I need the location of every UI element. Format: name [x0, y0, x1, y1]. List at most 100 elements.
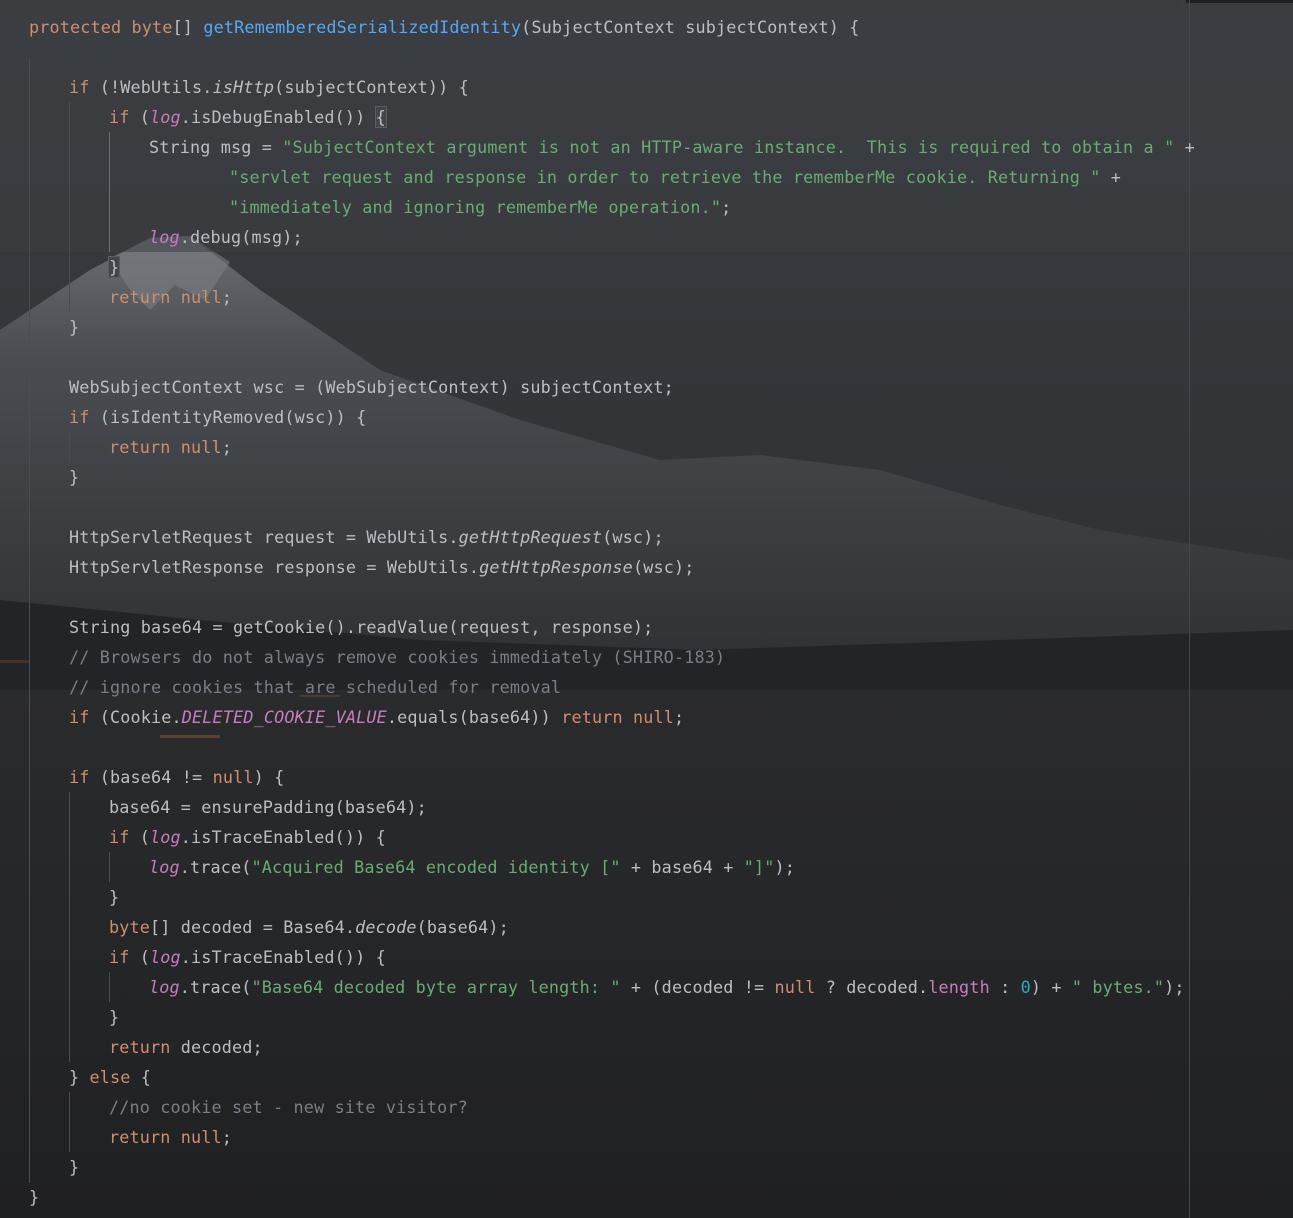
code-token-plain: } [69, 317, 80, 337]
code-token-static: decode [355, 917, 417, 937]
code-token-plain: ( [139, 107, 151, 127]
code-token-kw: if [69, 707, 100, 727]
code-token-plain: { [140, 1067, 152, 1087]
code-line[interactable]: HttpServletResponse response = WebUtils.… [69, 552, 694, 582]
code-token-static: isHttp [212, 77, 275, 97]
code-token-plain: (wsc); [632, 557, 695, 577]
code-line[interactable]: } [69, 462, 79, 492]
code-token-kw: byte [109, 917, 151, 937]
code-line[interactable]: base64 = ensurePadding(base64); [109, 792, 427, 822]
code-token-kw: if [69, 767, 100, 787]
code-token-str: " bytes." [1071, 977, 1165, 997]
code-token-plain: ) { [253, 767, 285, 787]
code-line[interactable]: if (log.isTraceEnabled()) { [109, 942, 386, 972]
code-line[interactable]: "servlet request and response in order t… [229, 162, 1121, 192]
code-token-str: "immediately and ignoring rememberMe ope… [229, 197, 722, 217]
code-token-plain: : [989, 977, 1021, 997]
code-line[interactable]: protected byte[] getRememberedSerialized… [29, 12, 860, 42]
code-token-cmt: //no cookie set - new site visitor? [109, 1097, 468, 1117]
code-line[interactable]: // ignore cookies that are scheduled for… [69, 672, 561, 702]
code-line[interactable]: // Browsers do not always remove cookies… [69, 642, 725, 672]
code-line[interactable]: if (Cookie.DELETED_COOKIE_VALUE.equals(b… [69, 702, 684, 732]
code-editor[interactable]: protected byte[] getRememberedSerialized… [0, 0, 1293, 1218]
code-line[interactable]: byte[] decoded = Base64.decode(base64); [109, 912, 509, 942]
code-token-const: DELETED_COOKIE_VALUE [181, 707, 387, 727]
code-token-plain: [] [172, 17, 204, 37]
code-token-fn: getRememberedSerializedIdentity [203, 17, 522, 37]
code-token-field: log [150, 947, 181, 967]
code-token-brace: { [374, 106, 387, 128]
code-token-kw: return [109, 1037, 181, 1057]
code-token-plain: (subjectContext)) { [274, 77, 469, 97]
code-token-plain: HttpServletResponse response = WebUtils. [69, 557, 480, 577]
code-token-plain: .isDebugEnabled()) [180, 107, 376, 127]
code-line[interactable]: WebSubjectContext wsc = (WebSubjectConte… [69, 372, 674, 402]
code-token-str: "servlet request and response in order t… [229, 167, 1101, 187]
code-line[interactable]: } [109, 1002, 119, 1032]
code-token-kw: null [212, 767, 254, 787]
code-token-plain: + (decoded != [620, 977, 775, 997]
code-line[interactable]: String base64 = getCookie().readValue(re… [69, 612, 653, 642]
code-token-plain: (wsc); [602, 527, 664, 547]
code-line[interactable]: } else { [69, 1062, 151, 1092]
code-token-plain: ; [221, 1127, 233, 1147]
code-token-plain: (SubjectContext subjectContext) { [521, 17, 860, 37]
code-token-plain: ( [139, 947, 151, 967]
code-token-kw: protected byte [29, 17, 173, 37]
code-line[interactable]: if (isIdentityRemoved(wsc)) { [69, 402, 366, 432]
code-token-plain: } [109, 1007, 120, 1027]
code-token-plain: ; [221, 437, 233, 457]
code-line[interactable]: if (log.isTraceEnabled()) { [109, 822, 386, 852]
code-line[interactable]: } [107, 252, 121, 282]
code-token-plain: .trace( [179, 977, 252, 997]
code-token-plain: } [69, 1157, 80, 1177]
code-line[interactable]: } [109, 882, 119, 912]
code-token-kw: if [109, 827, 140, 847]
code-token-num: 0 [1020, 977, 1031, 997]
code-token-kw: if [69, 77, 100, 97]
code-token-plain: + [1100, 167, 1122, 187]
code-token-kw: return null [109, 1127, 222, 1147]
code-line[interactable]: if (base64 != null) { [69, 762, 284, 792]
code-line[interactable]: return null; [109, 282, 232, 312]
code-token-field: log [149, 857, 180, 877]
code-line[interactable]: if (log.isDebugEnabled()) { [109, 102, 387, 132]
code-token-field: log [150, 107, 181, 127]
code-line[interactable]: return null; [109, 1122, 232, 1152]
code-token-plain: } [29, 1187, 40, 1207]
code-line[interactable]: "immediately and ignoring rememberMe ope… [229, 192, 731, 222]
code-line[interactable]: HttpServletRequest request = WebUtils.ge… [69, 522, 664, 552]
indent-guide [69, 1092, 70, 1152]
code-line[interactable]: log.debug(msg); [149, 222, 303, 252]
code-line[interactable]: String msg = "SubjectContext argument is… [149, 132, 1195, 162]
code-token-plain: + [1174, 137, 1195, 157]
indent-guide [109, 972, 110, 1002]
code-token-prop: length [928, 977, 990, 997]
code-line[interactable]: if (!WebUtils.isHttp(subjectContext)) { [69, 72, 469, 102]
code-token-str: "SubjectContext argument is not an HTTP-… [282, 137, 1175, 157]
code-token-plain: (base64); [416, 917, 509, 937]
code-token-plain: ) + [1030, 977, 1072, 997]
code-token-field: log [149, 227, 180, 247]
code-token-plain: .equals(base64)) [386, 707, 562, 727]
code-token-plain: HttpServletRequest request = WebUtils. [69, 527, 459, 547]
code-token-plain: .debug(msg); [179, 227, 303, 247]
editor-top-border-right [1186, 0, 1293, 3]
code-token-plain: base64 = ensurePadding(base64); [109, 797, 427, 817]
code-line[interactable]: } [29, 1182, 39, 1212]
code-token-str: "Base64 decoded byte array length: " [251, 977, 621, 997]
code-token-kw: if [69, 407, 100, 427]
code-token-kw: null [774, 977, 816, 997]
code-token-cmt: // ignore cookies that are scheduled for… [69, 677, 562, 697]
code-line[interactable]: return decoded; [109, 1032, 263, 1062]
code-token-plain: [] decoded = Base64. [150, 917, 356, 937]
code-line[interactable]: log.trace("Acquired Base64 encoded ident… [149, 852, 795, 882]
code-token-plain: .isTraceEnabled()) { [180, 827, 386, 847]
code-token-plain: .trace( [179, 857, 252, 877]
code-token-plain: (!WebUtils. [99, 77, 213, 97]
code-line[interactable]: return null; [109, 432, 232, 462]
code-line[interactable]: //no cookie set - new site visitor? [109, 1092, 468, 1122]
code-line[interactable]: log.trace("Base64 decoded byte array len… [149, 972, 1185, 1002]
code-line[interactable]: } [69, 1152, 79, 1182]
code-line[interactable]: } [69, 312, 79, 342]
